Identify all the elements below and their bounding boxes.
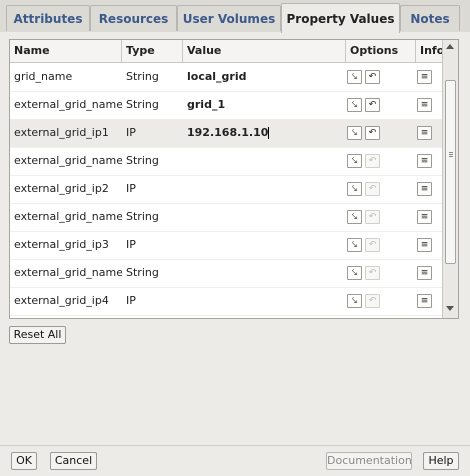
- property-name: external_grid_ip4: [14, 294, 109, 307]
- property-value-field[interactable]: [183, 231, 346, 259]
- revert-icon[interactable]: ↶: [365, 126, 380, 140]
- text-cursor: [268, 127, 270, 139]
- edit-icon[interactable]: ⤥: [347, 70, 362, 84]
- edit-icon[interactable]: ⤥: [347, 126, 362, 140]
- table-row[interactable]: external_grid_ip2 IP ⤥ ↶ ≡: [10, 175, 442, 204]
- info-list-icon[interactable]: ≡: [417, 294, 432, 308]
- revert-icon[interactable]: ↶: [365, 98, 380, 112]
- column-header-info[interactable]: Info: [416, 40, 444, 62]
- column-header-name[interactable]: Name: [10, 40, 122, 62]
- property-name: external_grid_name2: [14, 154, 122, 167]
- tab-notes[interactable]: Notes: [400, 5, 460, 31]
- property-value-field[interactable]: [183, 175, 346, 203]
- info-list-icon[interactable]: ≡: [417, 98, 432, 112]
- property-name: external_grid_ip3: [14, 238, 109, 251]
- property-name: external_grid_ip2: [14, 182, 109, 195]
- footer-divider: [0, 445, 470, 446]
- table-header: Name Type Value Options Info: [10, 40, 444, 63]
- property-name: external_grid_name1: [14, 98, 122, 111]
- property-type: String: [126, 154, 159, 167]
- info-list-icon[interactable]: ≡: [417, 154, 432, 168]
- property-value-field[interactable]: local_grid: [183, 63, 346, 91]
- documentation-button[interactable]: Documentation: [326, 452, 412, 470]
- tab-resources[interactable]: Resources: [90, 5, 177, 31]
- scrollbar-thumb[interactable]: [445, 80, 456, 264]
- property-name: external_grid_name4: [14, 266, 122, 279]
- table-row[interactable]: external_grid_name3 String ⤥ ↶ ≡: [10, 203, 442, 232]
- property-value-text: 192.168.1.10: [187, 126, 269, 139]
- edit-icon[interactable]: ⤥: [347, 154, 362, 168]
- edit-icon[interactable]: ⤥: [347, 294, 362, 308]
- tab-label: Notes: [410, 11, 450, 26]
- scroll-up-icon[interactable]: [446, 44, 454, 49]
- column-header-type[interactable]: Type: [122, 40, 183, 62]
- property-value-field[interactable]: [183, 287, 346, 315]
- info-list-icon[interactable]: ≡: [417, 210, 432, 224]
- property-value-field[interactable]: 192.168.1.10: [183, 119, 346, 147]
- edit-icon[interactable]: ⤥: [347, 182, 362, 196]
- vertical-scrollbar[interactable]: [442, 40, 458, 318]
- revert-icon: ↶: [365, 154, 380, 168]
- tab-label: User Volumes: [182, 11, 276, 26]
- property-value-field[interactable]: [183, 259, 346, 287]
- revert-icon: ↶: [365, 294, 380, 308]
- tab-bar: Attributes Resources User Volumes Proper…: [0, 0, 470, 33]
- property-type: String: [126, 70, 159, 83]
- grip-line: [449, 152, 453, 153]
- table-row[interactable]: external_grid_ip1 IP 192.168.1.10 ⤥ ↶ ≡: [10, 119, 442, 148]
- tab-user-volumes[interactable]: User Volumes: [177, 5, 281, 31]
- table-row[interactable]: external_grid_name1 String grid_1 ⤥ ↶ ≡: [10, 91, 442, 120]
- property-type: String: [126, 210, 159, 223]
- property-value-text: local_grid: [187, 70, 247, 83]
- property-type: IP: [126, 238, 136, 251]
- info-list-icon[interactable]: ≡: [417, 70, 432, 84]
- cancel-button[interactable]: Cancel: [50, 452, 97, 470]
- column-header-options[interactable]: Options: [346, 40, 416, 62]
- table-row[interactable]: grid_name String local_grid ⤥ ↶ ≡: [10, 63, 442, 92]
- tab-label: Property Values: [286, 11, 395, 26]
- table-row[interactable]: external_grid_ip3 IP ⤥ ↶ ≡: [10, 231, 442, 260]
- tab-label: Attributes: [13, 11, 83, 26]
- grip-line: [449, 156, 453, 157]
- property-name: grid_name: [14, 70, 73, 83]
- property-value-text: grid_1: [187, 98, 226, 111]
- property-type: IP: [126, 126, 136, 139]
- revert-icon: ↶: [365, 182, 380, 196]
- property-value-field[interactable]: [183, 203, 346, 231]
- help-button[interactable]: Help: [423, 452, 459, 470]
- tab-attributes[interactable]: Attributes: [6, 5, 90, 31]
- property-type: String: [126, 266, 159, 279]
- property-type: String: [126, 98, 159, 111]
- property-type: IP: [126, 294, 136, 307]
- property-name: external_grid_name3: [14, 210, 122, 223]
- info-list-icon[interactable]: ≡: [417, 126, 432, 140]
- edit-icon[interactable]: ⤥: [347, 98, 362, 112]
- edit-icon[interactable]: ⤥: [347, 210, 362, 224]
- scroll-down-icon[interactable]: [446, 306, 454, 311]
- table-row[interactable]: external_grid_name2 String ⤥ ↶ ≡: [10, 147, 442, 176]
- table-row[interactable]: external_grid_ip4 IP ⤥ ↶ ≡: [10, 287, 442, 316]
- revert-icon: ↶: [365, 238, 380, 252]
- reset-all-button[interactable]: Reset All: [9, 326, 66, 344]
- table-row[interactable]: external_grid_name4 String ⤥ ↶ ≡: [10, 259, 442, 288]
- edit-icon[interactable]: ⤥: [347, 238, 362, 252]
- property-type: IP: [126, 182, 136, 195]
- info-list-icon[interactable]: ≡: [417, 238, 432, 252]
- revert-icon: ↶: [365, 266, 380, 280]
- property-value-field[interactable]: [183, 147, 346, 175]
- property-name: external_grid_ip1: [14, 126, 109, 139]
- info-list-icon[interactable]: ≡: [417, 266, 432, 280]
- tab-label: Resources: [98, 11, 169, 26]
- column-header-value[interactable]: Value: [183, 40, 346, 62]
- grip-line: [449, 154, 453, 155]
- revert-icon: ↶: [365, 210, 380, 224]
- property-table: Name Type Value Options Info grid_name St…: [9, 39, 459, 319]
- info-list-icon[interactable]: ≡: [417, 182, 432, 196]
- edit-icon[interactable]: ⤥: [347, 266, 362, 280]
- tab-property-values[interactable]: Property Values: [281, 3, 400, 33]
- property-value-field[interactable]: grid_1: [183, 91, 346, 119]
- ok-button[interactable]: OK: [11, 452, 37, 470]
- revert-icon[interactable]: ↶: [365, 70, 380, 84]
